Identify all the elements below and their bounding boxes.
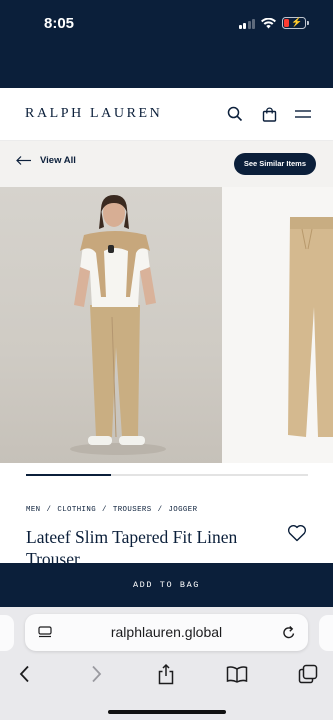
breadcrumb-item[interactable]: TROUSERS [113, 506, 152, 514]
address-bar[interactable]: ralphlauren.global [25, 614, 308, 651]
breadcrumb: MEN / CLOTHING / TROUSERS / JOGGER [26, 506, 197, 514]
product-nav-row: View All See Similar Items [0, 141, 333, 187]
breadcrumb-item[interactable]: MEN [26, 506, 41, 514]
shopping-bag-icon[interactable] [258, 103, 280, 125]
browser-chrome: ralphlauren.global [0, 607, 333, 720]
status-bar: 8:05 ⚡ [0, 0, 333, 88]
wishlist-heart-icon[interactable] [287, 524, 309, 544]
product-flat-photo[interactable] [222, 187, 333, 463]
breadcrumb-separator: / [102, 506, 107, 514]
breadcrumb-separator: / [46, 506, 52, 514]
gallery-progress-fill [26, 474, 111, 476]
breadcrumb-item[interactable]: JOGGER [168, 506, 197, 514]
url-text[interactable]: ralphlauren.global [25, 624, 308, 640]
next-tab-peek[interactable] [319, 615, 333, 651]
model-photo[interactable] [0, 187, 222, 463]
browser-toolbar [0, 661, 333, 691]
product-gallery[interactable] [0, 187, 333, 463]
search-icon[interactable] [224, 103, 246, 125]
cellular-signal-icon [238, 18, 255, 29]
wifi-icon [261, 17, 276, 28]
page: 8:05 ⚡ RALPH LAUREN View All See Similar… [0, 0, 333, 720]
view-all-label: View All [40, 155, 76, 166]
status-time: 8:05 [44, 15, 75, 32]
ralph-lauren-logo[interactable]: RALPH LAUREN [25, 106, 162, 122]
forward-icon[interactable] [84, 661, 108, 687]
back-icon[interactable] [12, 661, 36, 687]
breadcrumb-separator: / [157, 506, 163, 514]
battery-low-charging-icon: ⚡ [282, 17, 309, 29]
site-header: RALPH LAUREN [0, 88, 333, 141]
view-all-link[interactable]: View All [16, 155, 76, 166]
add-to-bag-button[interactable]: ADD TO BAG [0, 563, 333, 607]
bookmarks-icon[interactable] [225, 661, 249, 687]
gallery-progress-track [26, 474, 308, 476]
status-icons: ⚡ [238, 17, 309, 29]
reload-icon[interactable] [282, 625, 296, 640]
previous-tab-peek[interactable] [0, 615, 14, 651]
breadcrumb-item[interactable]: CLOTHING [57, 506, 96, 514]
home-indicator [108, 710, 226, 714]
tabs-icon[interactable] [296, 661, 320, 687]
arrow-left-icon [16, 156, 31, 165]
share-icon[interactable] [154, 661, 178, 687]
menu-icon[interactable] [292, 103, 314, 125]
see-similar-items-button[interactable]: See Similar Items [233, 153, 316, 175]
